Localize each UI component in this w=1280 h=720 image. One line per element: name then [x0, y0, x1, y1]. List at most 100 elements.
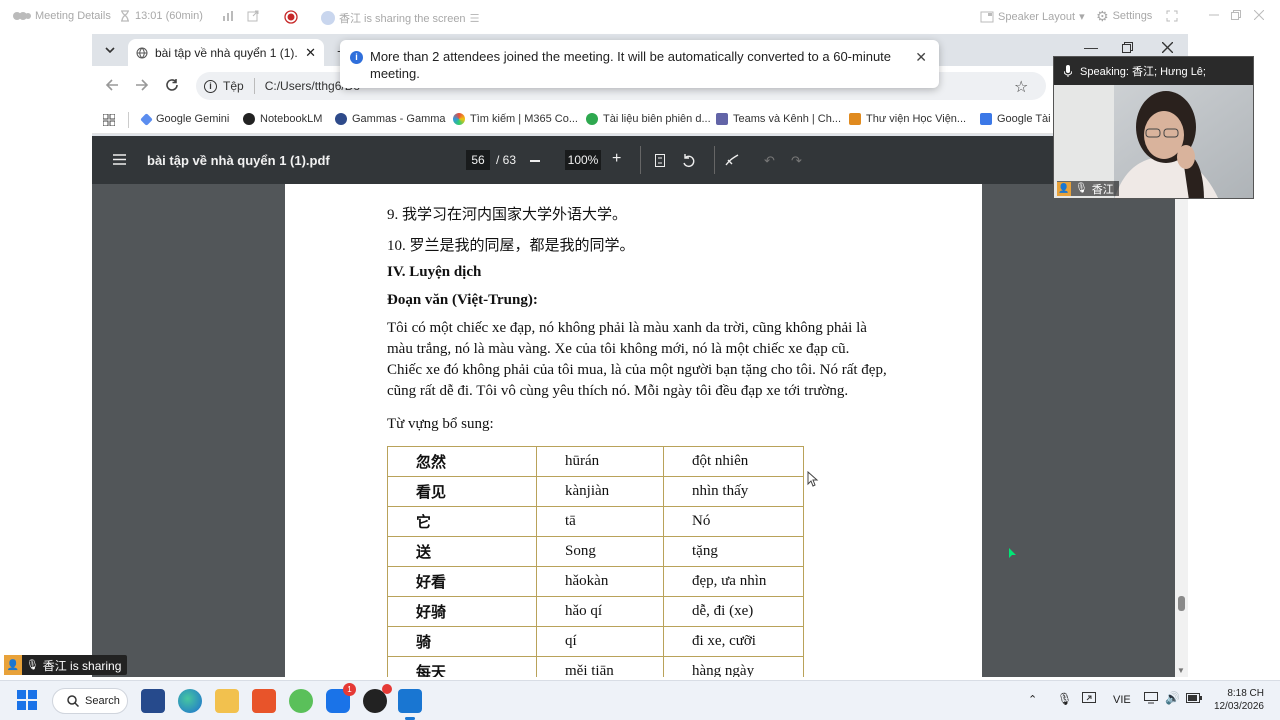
file-explorer-icon[interactable] [215, 689, 239, 713]
clock-date: 12/03/2026 [1213, 701, 1264, 712]
windows-start-icon[interactable] [16, 689, 40, 713]
bookmark-label: Thư viện Học Viện... [866, 113, 967, 125]
sharing-menu-icon[interactable]: ☰ [470, 12, 480, 25]
table-row: 好看 hǎokàn đẹp, ưa nhìn [387, 566, 804, 597]
close-browser-button[interactable] [1161, 41, 1174, 56]
mouse-cursor-icon [807, 470, 819, 491]
bookmark-thu-vien[interactable]: Thư viện Học Viện... [849, 113, 966, 125]
info-icon: i [350, 51, 363, 64]
pinyin-cell: Song [536, 536, 664, 567]
close-notification-icon[interactable]: ✕ [915, 49, 927, 66]
menu-icon[interactable] [113, 154, 126, 168]
speaker-video-tile[interactable]: Speaking: 香江; Hưng Lê; 👤 🎙 香江 [1053, 56, 1254, 199]
battery-icon[interactable] [1186, 693, 1202, 706]
tab-pdf[interactable]: bài tập về nhà quyển 1 (1).pdf ✕ [128, 39, 324, 66]
scroll-down-icon[interactable]: ▼ [1177, 666, 1185, 675]
hourglass-icon [121, 10, 129, 22]
chrome-app-icon[interactable] [363, 684, 392, 713]
fit-page-icon[interactable] [655, 154, 665, 170]
meaning-cell: dễ, đi (xe) [663, 596, 804, 627]
language-indicator[interactable]: VIE [1113, 694, 1131, 706]
meeting-timer[interactable]: 13:01 (60min) [119, 10, 203, 22]
section-heading: IV. Luyện dịch [387, 264, 482, 280]
volume-icon[interactable]: 🔊 [1165, 691, 1180, 705]
app-icon[interactable] [289, 689, 313, 713]
popout-icon[interactable] [247, 10, 259, 22]
rotate-icon[interactable] [682, 154, 696, 171]
toolbar-divider [714, 146, 715, 174]
zoom-input[interactable]: 100% [565, 150, 601, 170]
close-window-button[interactable] [1254, 10, 1264, 20]
share-tray-icon[interactable] [1082, 692, 1096, 707]
windows-taskbar: Search 1 ⌃ 🎙 VIE 🔊 8:18 CH 12/03/2026 [0, 680, 1280, 720]
tab-close-icon[interactable]: ✕ [305, 45, 316, 61]
pinyin-cell: qí [536, 626, 664, 657]
bookmark-google-tai-lieu[interactable]: Google Tài l [980, 113, 1056, 125]
zalo-icon[interactable]: 1 [326, 683, 356, 713]
bookmark-label: Google Gemini [156, 113, 230, 125]
annotate-icon[interactable] [725, 154, 739, 170]
taskbar-search[interactable]: Search [52, 688, 128, 714]
chevron-up-icon[interactable]: ⌃ [1028, 693, 1037, 706]
table-row: 看见 kànjiàn nhìn thấy [387, 476, 804, 507]
microphone-icon: 🎙 [26, 659, 39, 671]
tab-title: bài tập về nhà quyển 1 (1).pdf [155, 45, 298, 60]
participant-name: 香江 [1091, 183, 1114, 196]
back-arrow-icon[interactable] [105, 78, 119, 95]
bookmark-label: NotebookLM [260, 113, 323, 125]
network-icon[interactable] [1144, 692, 1158, 707]
edge-browser-icon[interactable] [178, 689, 202, 713]
undo-icon[interactable]: ↶ [764, 153, 775, 169]
meaning-cell: đẹp, ưa nhìn [663, 566, 804, 597]
forward-arrow-icon[interactable] [135, 78, 149, 95]
info-icon[interactable]: i [204, 79, 217, 93]
bookmark-tai-lieu[interactable]: Tài liệu biên phiên d... [586, 113, 711, 125]
apps-grid-icon[interactable] [102, 113, 116, 129]
meeting-app-icon[interactable] [398, 689, 422, 713]
readerx-icon[interactable] [252, 689, 276, 713]
bookmark-gamma[interactable]: Gammas - Gamma [335, 113, 446, 125]
store-icon[interactable] [141, 689, 165, 713]
pinyin-cell: hǎokàn [536, 566, 664, 597]
pinyin-cell: kànjiàn [536, 476, 664, 507]
reload-icon[interactable] [165, 78, 179, 95]
hanzi-cell: 送 [387, 536, 537, 567]
meeting-details-button[interactable]: Meeting Details [13, 10, 111, 22]
table-row: 好骑 hǎo qí dễ, đi (xe) [387, 596, 804, 627]
bookmark-notebooklm[interactable]: NotebookLM [243, 113, 322, 125]
clock[interactable]: 8:18 CH 12/03/2026 [1212, 687, 1264, 713]
zoom-in-icon[interactable]: + [612, 151, 621, 167]
record-icon[interactable] [284, 10, 298, 24]
sentence-9: 9. 我学习在河内国家大学外语大学。 [387, 207, 628, 223]
pdf-viewport[interactable]: 8. 9. 我学习在河内国家大学外语大学。 10. 罗兰是我的同屋，都是我的同学… [92, 184, 1175, 677]
tab-search-icon[interactable] [102, 42, 118, 58]
table-row: 骑 qí đi xe, cưỡi [387, 626, 804, 657]
microphone-icon[interactable]: 🎙 [1057, 692, 1072, 706]
minimize-window-button[interactable] [1209, 10, 1219, 20]
restore-browser-button[interactable] [1122, 42, 1133, 56]
page-number-input[interactable]: 56 [466, 150, 490, 170]
file-chip[interactable]: Tệp [223, 79, 244, 93]
bookmark-teams[interactable]: Teams và Kênh | Ch... [716, 113, 841, 125]
notification-message: More than 2 attendees joined the meeting… [370, 49, 892, 81]
notebooklm-icon [243, 113, 255, 125]
pinyin-cell: tā [536, 506, 664, 537]
bookmark-google-gemini[interactable]: Google Gemini [140, 112, 230, 126]
paragraph-line: cũng rất dễ đi. Tôi vô cùng yêu thích nó… [387, 383, 849, 399]
bookmark-star-icon[interactable]: ☆ [1014, 77, 1028, 97]
zoom-out-icon[interactable] [530, 160, 540, 162]
speaker-layout-button[interactable]: Speaker Layout ▾ [980, 10, 1085, 23]
restore-window-button[interactable] [1231, 10, 1241, 20]
pdf-scrollbar[interactable]: ▼ [1175, 184, 1188, 677]
globe-icon [136, 47, 148, 58]
minimize-browser-button[interactable]: — [1084, 39, 1098, 55]
scrollbar-thumb[interactable] [1178, 596, 1185, 611]
bookmark-m365[interactable]: Tìm kiếm | M365 Co... [453, 113, 578, 125]
meaning-cell: nhìn thấy [663, 476, 804, 507]
sentence-10: 10. 罗兰是我的同屋，都是我的同学。 [387, 238, 635, 254]
settings-button[interactable]: ⚙ Settings [1096, 9, 1152, 23]
stats-icon[interactable] [222, 10, 234, 22]
fullscreen-icon[interactable] [1166, 10, 1178, 22]
redo-icon[interactable]: ↷ [791, 153, 802, 169]
vocab-table: 忽然 hūrán đột nhiên 看见 kànjiàn nhìn thấy 它 tā N… [387, 446, 804, 677]
